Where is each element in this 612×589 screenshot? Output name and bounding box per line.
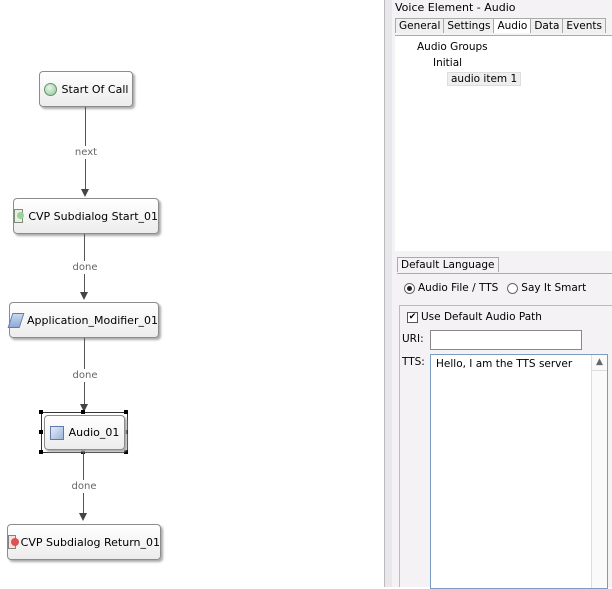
connector-arrow xyxy=(79,513,87,521)
tab-data[interactable]: Data xyxy=(530,18,564,33)
node-label: Application_Modifier_01 xyxy=(27,313,158,327)
audio-element-icon xyxy=(49,425,64,440)
resize-handle[interactable] xyxy=(124,410,128,414)
tab-bar: General Settings Audio Data Events xyxy=(395,18,606,33)
use-default-path-checkbox[interactable]: ✔ xyxy=(407,311,418,323)
start-circle-icon xyxy=(43,82,57,96)
connector-label: done xyxy=(70,261,100,274)
node-start-of-call[interactable]: Start Of Call xyxy=(39,71,133,107)
node-label: Audio_01 xyxy=(68,426,120,439)
tree-initial[interactable]: Initial xyxy=(433,57,462,69)
connector-label: done xyxy=(69,480,99,493)
resize-handle[interactable] xyxy=(39,410,43,414)
flow-canvas[interactable]: Start Of Call next CVP Subdialog Start_0… xyxy=(0,0,384,587)
panel-title: Voice Element - Audio xyxy=(395,1,516,14)
tts-scrollbar[interactable]: ▲ xyxy=(591,355,607,588)
divider xyxy=(397,273,612,274)
node-label: Start Of Call xyxy=(61,82,129,96)
subdialog-return-icon xyxy=(8,535,19,549)
resize-handle[interactable] xyxy=(39,450,43,454)
resize-handle[interactable] xyxy=(124,450,128,454)
radio-say-it-smart[interactable] xyxy=(507,282,519,294)
connector-arrow xyxy=(81,189,89,197)
node-application-modifier[interactable]: Application_Modifier_01 xyxy=(7,302,159,338)
tab-general[interactable]: General xyxy=(395,18,445,33)
node-label: CVP Subdialog Return_01 xyxy=(20,535,160,549)
use-default-path-row: ✔ Use Default Audio Path xyxy=(407,311,542,323)
tree-audio-groups[interactable]: Audio Groups xyxy=(417,41,488,53)
tts-label: TTS: xyxy=(402,356,425,368)
tab-audio[interactable]: Audio xyxy=(493,18,532,33)
connector-label: next xyxy=(72,146,100,159)
resize-handle[interactable] xyxy=(81,410,85,414)
node-cvp-subdialog-start[interactable]: CVP Subdialog Start_01 xyxy=(13,198,159,234)
tts-textarea[interactable]: Hello, I am the TTS server ▲ xyxy=(430,354,608,589)
tab-settings[interactable]: Settings xyxy=(443,18,495,33)
scroll-up-icon[interactable]: ▲ xyxy=(592,355,607,371)
tab-default-language[interactable]: Default Language xyxy=(397,257,499,272)
properties-panel: Voice Element - Audio General Settings A… xyxy=(392,0,612,589)
node-label: CVP Subdialog Start_01 xyxy=(28,209,158,223)
uri-label: URI: xyxy=(402,333,424,345)
connector-label: done xyxy=(70,369,100,382)
node-cvp-subdialog-return[interactable]: CVP Subdialog Return_01 xyxy=(7,524,161,560)
checkbox-label: Use Default Audio Path xyxy=(421,311,542,323)
audio-tree-area: Audio Groups Initial audio item 1 xyxy=(395,35,612,251)
tts-text: Hello, I am the TTS server xyxy=(436,358,573,370)
tree-audio-item[interactable]: audio item 1 xyxy=(447,72,522,86)
tab-events[interactable]: Events xyxy=(562,18,606,33)
radio-label: Say It Smart xyxy=(521,282,587,294)
radio-audio-file-tts[interactable] xyxy=(404,282,415,294)
connector-arrow xyxy=(80,292,88,300)
resize-handle[interactable] xyxy=(39,430,43,434)
subdialog-start-icon xyxy=(14,209,25,223)
source-radio-group: Audio File / TTS Say It Smart xyxy=(404,282,586,294)
radio-label: Audio File / TTS xyxy=(418,282,499,294)
node-audio[interactable]: Audio_01 xyxy=(44,415,125,450)
uri-input[interactable] xyxy=(430,330,582,350)
application-modifier-icon xyxy=(7,312,25,328)
